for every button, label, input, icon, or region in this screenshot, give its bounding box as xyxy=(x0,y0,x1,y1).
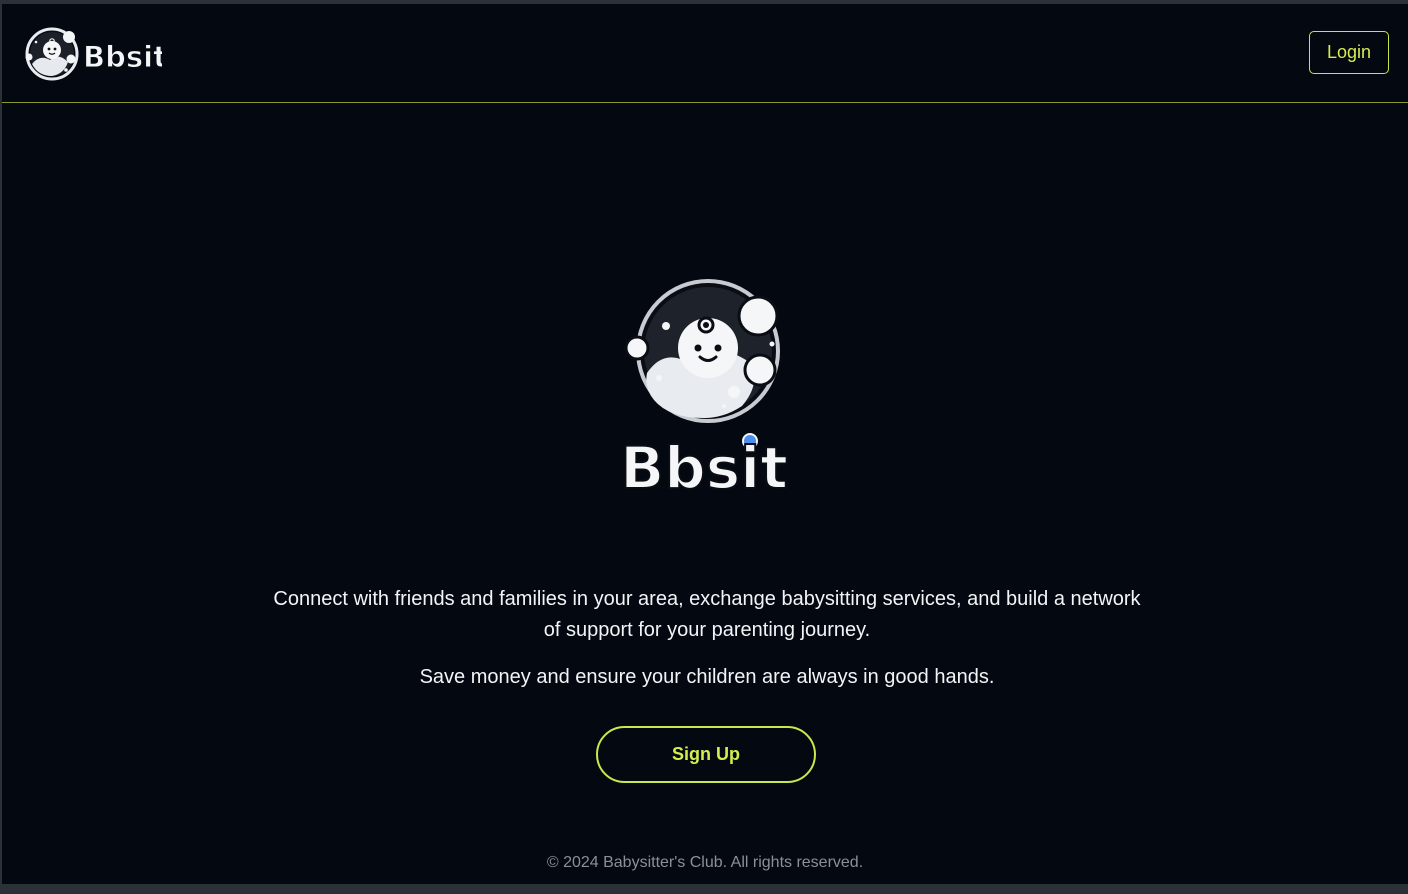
footer-copyright: © 2024 Babysitter's Club. All rights res… xyxy=(546,854,864,871)
hero-brand-wordmark: Bbsit xyxy=(620,434,788,498)
signup-button[interactable]: Sign Up xyxy=(596,726,816,783)
page: Bbsit Login Bbsit Connect with friends a… xyxy=(2,4,1408,884)
hero-brand-logo: Bbsit xyxy=(619,279,789,498)
baby-face-bubble-icon: Bbsit xyxy=(25,27,168,81)
svg-text:Bbsit: Bbsit xyxy=(83,40,162,74)
baby-face-bubble-icon xyxy=(624,279,780,449)
hero-tagline: Connect with friends and families in you… xyxy=(273,588,1141,641)
login-button[interactable]: Login xyxy=(1309,31,1389,74)
top-navbar: Bbsit Login xyxy=(2,4,1408,103)
brand-logo-link[interactable]: Bbsit xyxy=(22,24,168,82)
hero-subtagline: Save money and ensure your children are … xyxy=(419,666,995,688)
